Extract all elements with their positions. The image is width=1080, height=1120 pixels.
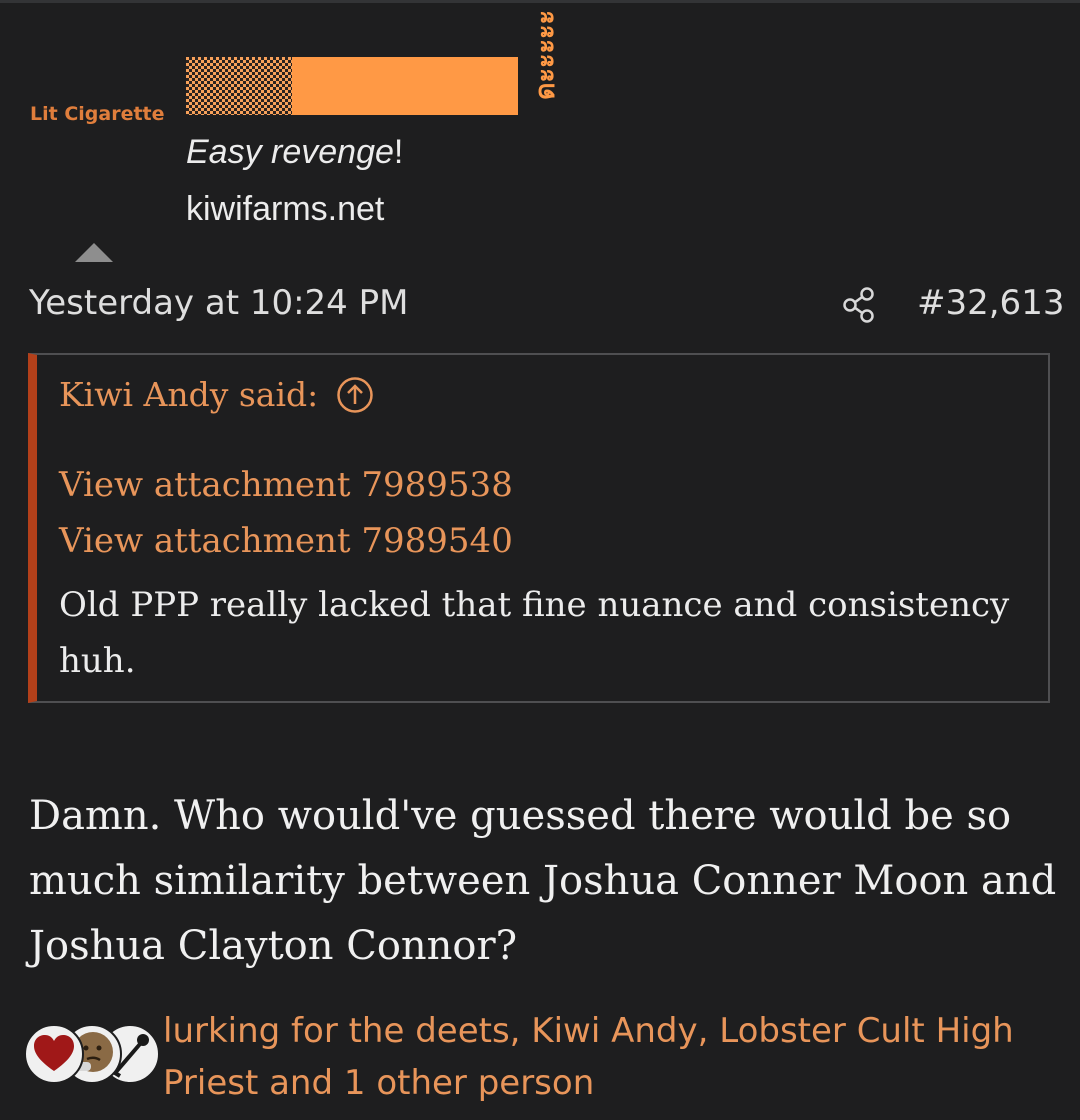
post-number[interactable]: #32,613 [917,283,1064,323]
post-body: Damn. Who would've guessed there would b… [29,793,1057,969]
signature-image [186,57,518,115]
signature-link[interactable]: kiwifarms.net [186,190,384,229]
signature-image-glyphs: ดะะะะะ [530,10,561,100]
collapse-arrow-icon[interactable] [75,243,113,262]
heart-icon[interactable] [24,1024,84,1084]
share-icon[interactable] [840,285,880,325]
signature-image-pattern [186,57,292,115]
arrow-up-circle-icon[interactable] [336,376,374,414]
signature-text-italic: Easy revenge [186,133,394,171]
reaction-icons[interactable] [24,1024,160,1084]
quote-author[interactable]: Kiwi Andy said: [59,375,318,414]
signature-text-suffix: ! [393,133,404,171]
attachment-link[interactable]: View attachment 7989538 [59,465,513,505]
quote-body: Old PPP really lacked that fine nuance a… [59,585,1010,681]
user-title: Lit Cigarette [30,103,165,125]
attachment-link[interactable]: View attachment 7989540 [59,521,513,561]
svg-text:ดะะะะะ: ดะะะะะ [530,10,561,100]
signature-image-bar [292,57,518,115]
post-date[interactable]: Yesterday at 10:24 PM [29,283,408,323]
quote-block: Kiwi Andy said: View attachment 7989538 … [28,353,1050,703]
reaction-users[interactable]: lurking for the deets, Kiwi Andy, Lobste… [163,1005,1063,1109]
quote-header[interactable]: Kiwi Andy said: [59,375,374,414]
signature-text: Easy revenge! [186,133,403,172]
